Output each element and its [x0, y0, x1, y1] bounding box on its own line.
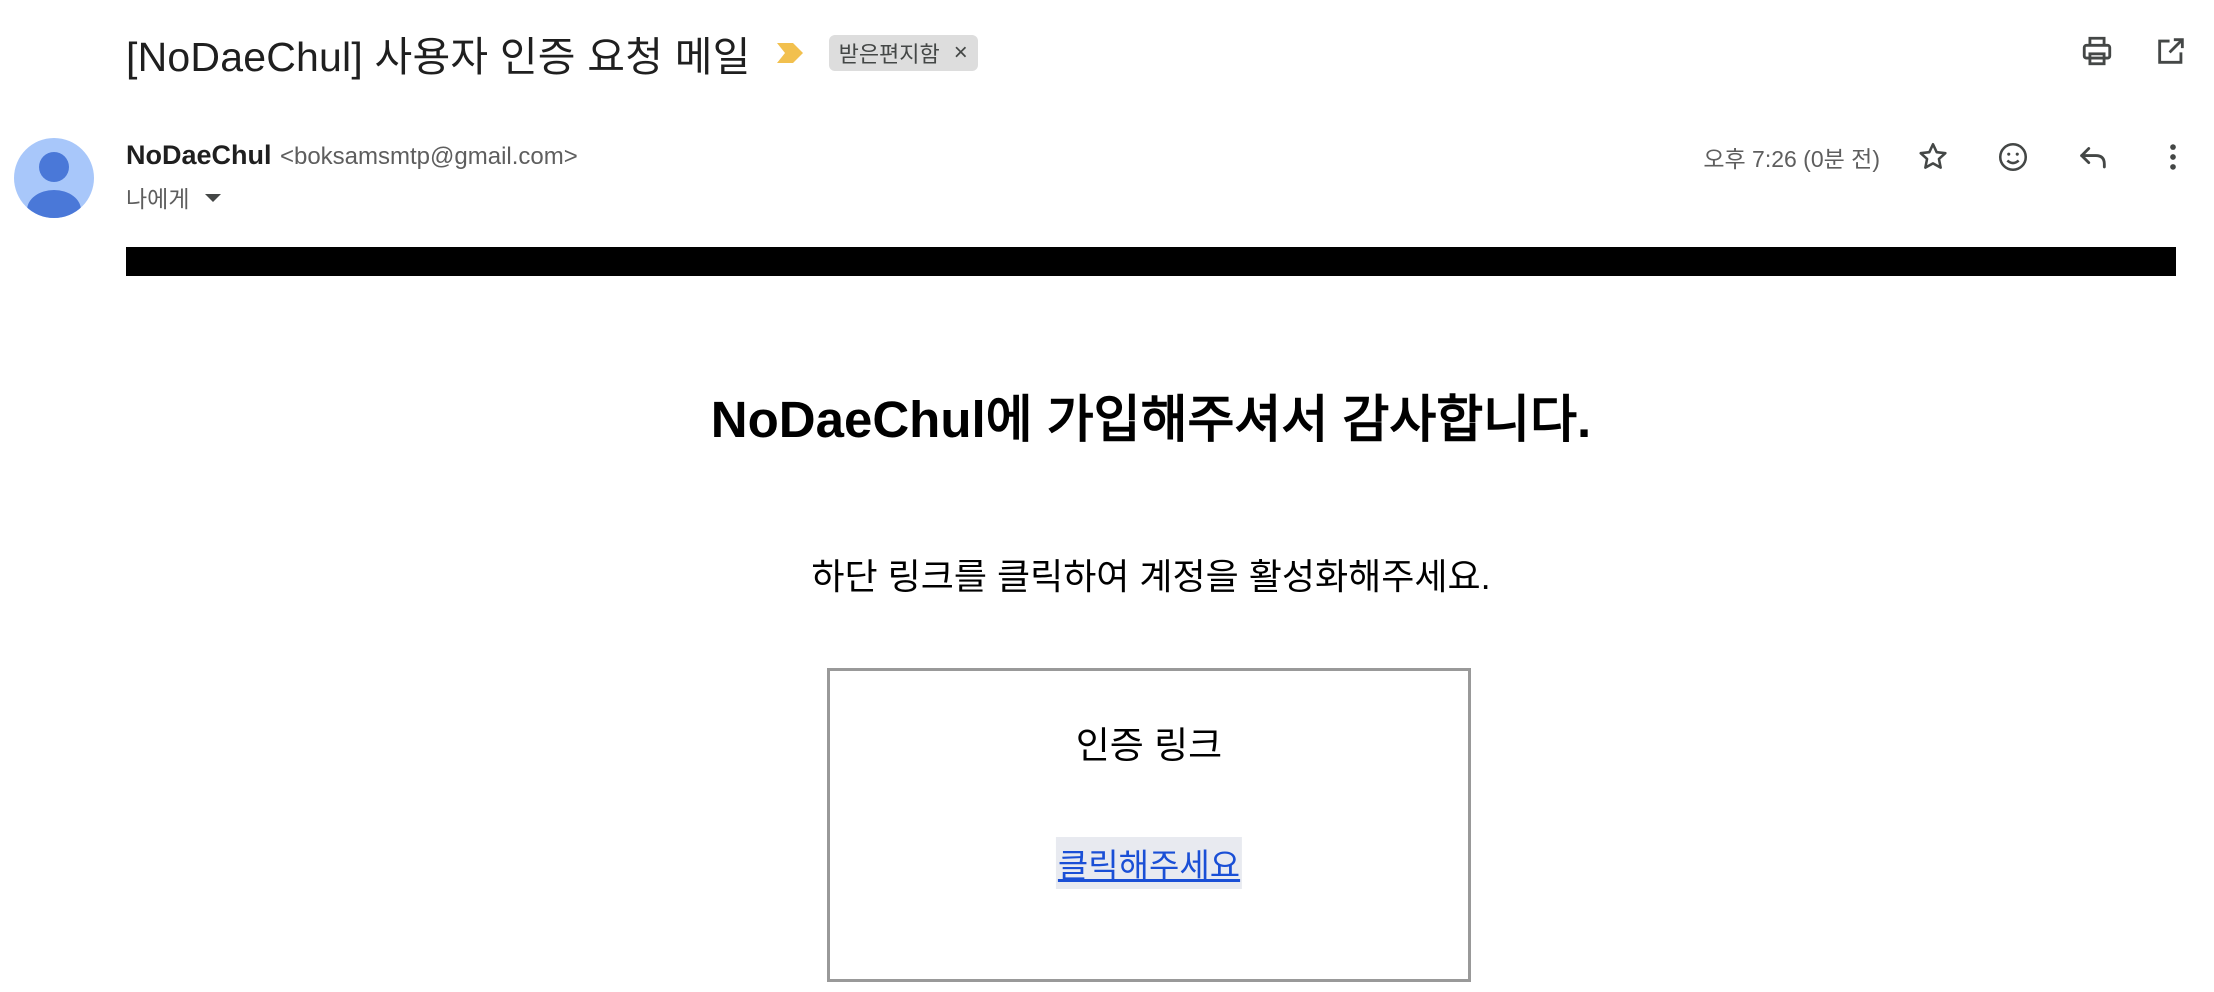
sender-line: NoDaeChul <boksamsmtp@gmail.com>: [126, 140, 578, 171]
body-heading: NoDaeChul에 가입해주셔서 감사합니다.: [710, 391, 1592, 448]
email-header-bar: [126, 247, 2176, 276]
open-in-new-window-button[interactable]: [2148, 28, 2194, 74]
more-vertical-icon: [2170, 144, 2176, 170]
emoji-reaction-icon: [1998, 142, 2028, 172]
message-timestamp: 오후 7:26 (0분 전): [1703, 146, 1880, 172]
star-button[interactable]: [1910, 134, 1956, 180]
thread-actions: [2074, 28, 2194, 74]
recipient-details-toggle[interactable]: 나에게: [126, 180, 222, 214]
email-view: [NoDaeChul] 사용자 인증 요청 메일 받은편지함 × NoDaeCh…: [0, 0, 2214, 992]
importance-marker-icon[interactable]: [775, 41, 805, 65]
sender-name[interactable]: NoDaeChul: [126, 140, 272, 170]
add-reaction-button[interactable]: [1990, 134, 2036, 180]
inbox-label-chip: 받은편지함 ×: [828, 35, 978, 71]
recipient-label: 나에게: [126, 186, 190, 212]
print-button[interactable]: [2074, 28, 2120, 74]
remove-label-button[interactable]: ×: [954, 41, 968, 65]
body-instruction: 하단 링크를 클릭하여 계정을 활성화해주세요.: [811, 556, 1491, 597]
inbox-label-text: 받은편지함: [838, 42, 940, 67]
default-avatar-icon: [27, 152, 81, 218]
star-icon: [1919, 142, 1947, 169]
verification-link[interactable]: 클릭해주세요: [1055, 837, 1243, 889]
chevron-down-icon: [205, 194, 222, 202]
verification-box-title: 인증 링크: [1075, 725, 1223, 766]
open-in-new-window-icon: [2158, 38, 2184, 64]
subject-row: [NoDaeChul] 사용자 인증 요청 메일 받은편지함 ×: [126, 22, 978, 84]
sender-email: <boksamsmtp@gmail.com>: [279, 143, 578, 170]
print-icon: [2082, 36, 2112, 66]
sender-avatar[interactable]: [14, 138, 94, 218]
message-meta: 오후 7:26 (0분 전): [1703, 134, 2196, 180]
email-subject: [NoDaeChul] 사용자 인증 요청 메일: [126, 34, 751, 80]
reply-icon: [2080, 147, 2106, 169]
reply-button[interactable]: [2070, 134, 2116, 180]
more-options-button[interactable]: [2150, 134, 2196, 180]
verification-box: 인증 링크 클릭해주세요: [827, 668, 1471, 982]
